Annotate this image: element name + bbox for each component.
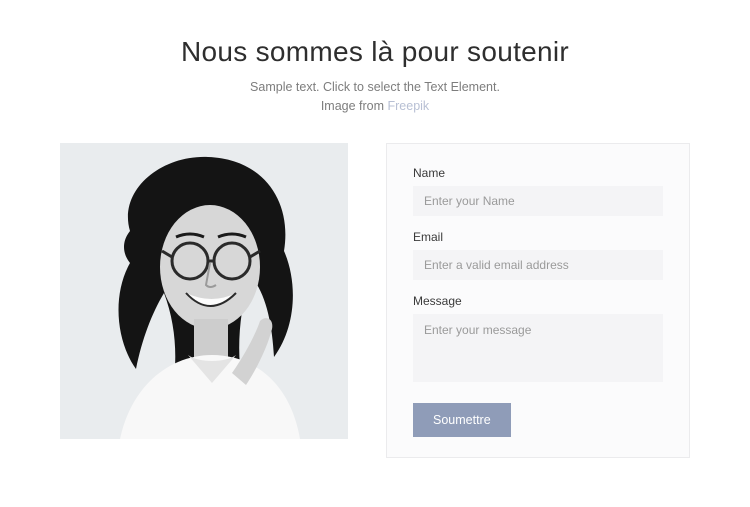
contact-form: Name Email Message Soumettre [386, 143, 690, 458]
message-field-group: Message [413, 294, 663, 385]
subtitle: Sample text. Click to select the Text El… [60, 78, 690, 117]
subtitle-line1: Sample text. Click to select the Text El… [250, 80, 500, 94]
name-input[interactable] [413, 186, 663, 216]
email-field-group: Email [413, 230, 663, 280]
submit-button[interactable]: Soumettre [413, 403, 511, 437]
hero-photo [60, 143, 348, 439]
message-input[interactable] [413, 314, 663, 382]
person-photo-placeholder [60, 143, 348, 439]
page: Nous sommes là pour soutenir Sample text… [0, 0, 750, 488]
subtitle-prefix: Image from [321, 99, 388, 113]
header: Nous sommes là pour soutenir Sample text… [60, 36, 690, 117]
page-title: Nous sommes là pour soutenir [60, 36, 690, 68]
message-label: Message [413, 294, 663, 308]
name-label: Name [413, 166, 663, 180]
email-label: Email [413, 230, 663, 244]
credit-link[interactable]: Freepik [388, 99, 430, 113]
email-input[interactable] [413, 250, 663, 280]
content-row: Name Email Message Soumettre [60, 143, 690, 458]
name-field-group: Name [413, 166, 663, 216]
